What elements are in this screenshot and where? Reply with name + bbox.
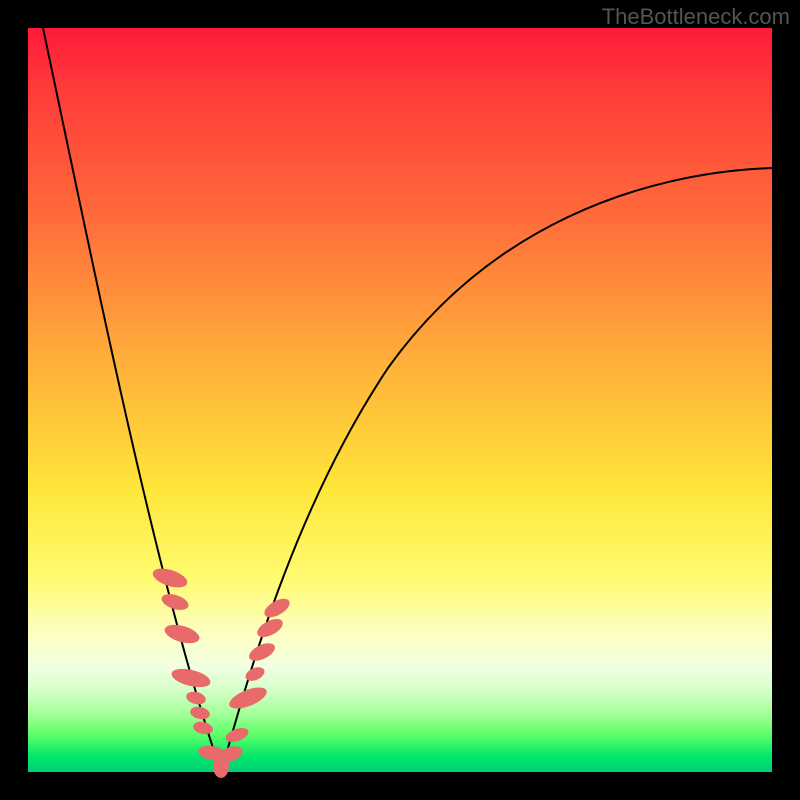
curve-left-branch xyxy=(43,28,221,772)
curve-right-branch xyxy=(221,168,772,772)
data-bead-5 xyxy=(189,705,211,721)
data-bead-3 xyxy=(170,665,213,690)
bottleneck-curve-svg xyxy=(28,28,772,772)
data-bead-13 xyxy=(246,640,277,665)
data-bead-11 xyxy=(226,683,269,713)
data-bead-10 xyxy=(224,725,251,744)
data-bead-14 xyxy=(254,615,285,641)
chart-area xyxy=(28,28,772,772)
data-bead-12 xyxy=(243,664,266,683)
data-bead-0 xyxy=(150,565,189,591)
data-bead-1 xyxy=(160,591,191,613)
data-bead-15 xyxy=(261,595,292,621)
watermark-text: TheBottleneck.com xyxy=(602,4,790,30)
data-point-beads xyxy=(150,565,292,778)
data-bead-4 xyxy=(185,690,207,706)
data-bead-6 xyxy=(192,720,214,736)
